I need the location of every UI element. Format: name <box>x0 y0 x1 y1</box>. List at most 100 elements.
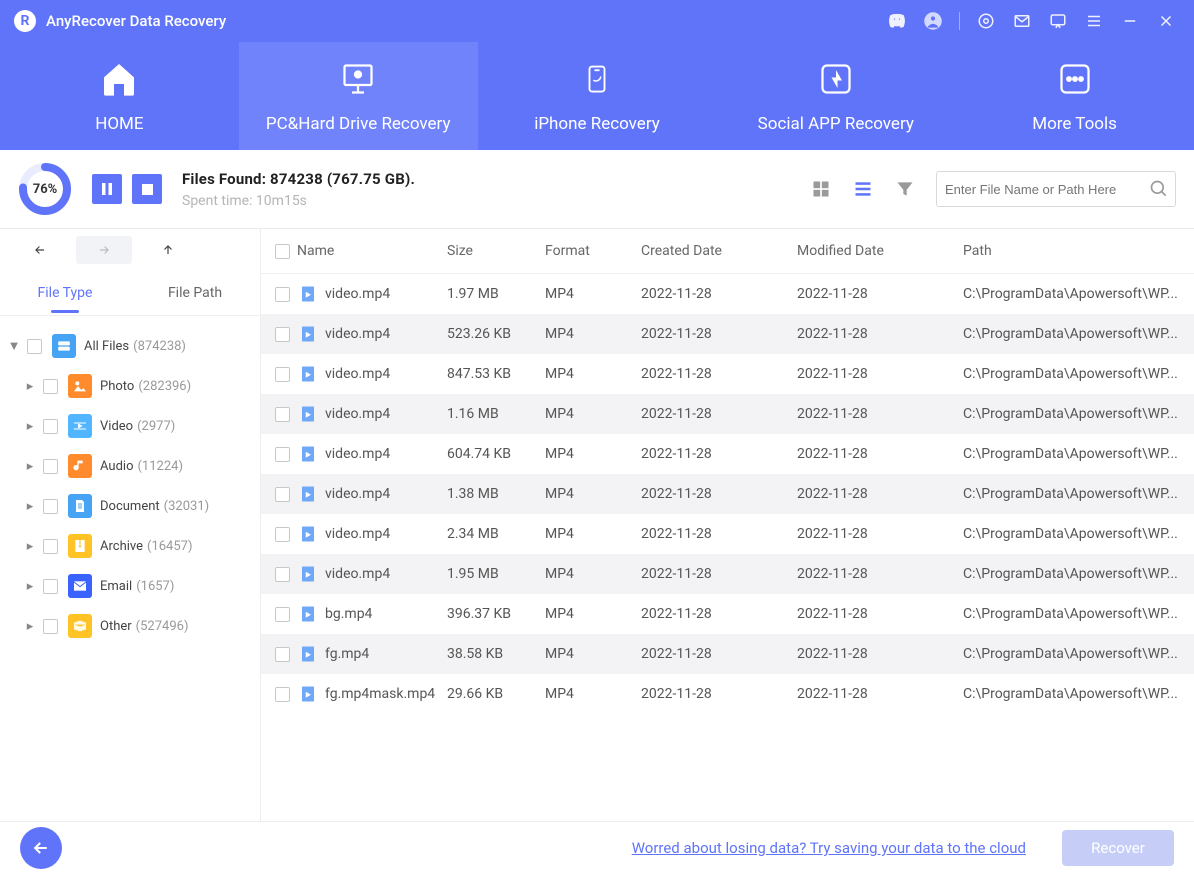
table-row[interactable]: fg.mp438.58 KBMP42022-11-282022-11-28C:\… <box>261 634 1194 674</box>
search-box[interactable] <box>936 171 1176 207</box>
col-size[interactable]: Size <box>447 243 545 259</box>
tab-label: iPhone Recovery <box>534 114 660 134</box>
back-button[interactable] <box>20 827 62 869</box>
tab-more-tools[interactable]: More Tools <box>955 42 1194 150</box>
menu-icon[interactable] <box>1082 9 1106 33</box>
table-row[interactable]: fg.mp4mask.mp429.66 KBMP42022-11-282022-… <box>261 674 1194 714</box>
app-icon <box>818 58 854 100</box>
tree-checkbox[interactable] <box>43 619 58 634</box>
tab-pc-recovery[interactable]: PC&Hard Drive Recovery <box>239 42 478 150</box>
file-name: video.mp4 <box>325 286 390 302</box>
table-row[interactable]: bg.mp4396.37 KBMP42022-11-282022-11-28C:… <box>261 594 1194 634</box>
tree-label: Video <box>100 419 133 434</box>
table-row[interactable]: video.mp41.95 MBMP42022-11-282022-11-28C… <box>261 554 1194 594</box>
tree-checkbox[interactable] <box>43 499 58 514</box>
app-title: AnyRecover Data Recovery <box>46 12 226 30</box>
file-name: video.mp4 <box>325 446 390 462</box>
table-row[interactable]: video.mp4847.53 KBMP42022-11-282022-11-2… <box>261 354 1194 394</box>
user-icon[interactable] <box>921 9 945 33</box>
tree-node[interactable]: ▸Email(1657) <box>4 566 256 606</box>
sync-icon[interactable] <box>974 9 998 33</box>
progress-percent: 76% <box>18 162 72 216</box>
row-checkbox[interactable] <box>275 407 290 422</box>
tree-checkbox[interactable] <box>43 579 58 594</box>
category-icon <box>68 454 92 478</box>
row-checkbox[interactable] <box>275 287 290 302</box>
feedback-icon[interactable] <box>1046 9 1070 33</box>
search-input[interactable] <box>943 181 1149 198</box>
tree-node[interactable]: ▸Archive(16457) <box>4 526 256 566</box>
table-row[interactable]: video.mp41.16 MBMP42022-11-282022-11-28C… <box>261 394 1194 434</box>
row-checkbox[interactable] <box>275 567 290 582</box>
tree-node[interactable]: ▸Video(2977) <box>4 406 256 446</box>
tab-social-recovery[interactable]: Social APP Recovery <box>716 42 955 150</box>
tree-checkbox[interactable] <box>43 419 58 434</box>
tree-label: Email <box>100 579 132 594</box>
file-size: 2.34 MB <box>447 526 545 542</box>
table-row[interactable]: video.mp4604.74 KBMP42022-11-282022-11-2… <box>261 434 1194 474</box>
mail-icon[interactable] <box>1010 9 1034 33</box>
tree-checkbox[interactable] <box>27 339 42 354</box>
footer: Worred about losing data? Try saving you… <box>0 821 1194 874</box>
col-path[interactable]: Path <box>963 243 1194 259</box>
tab-home[interactable]: HOME <box>0 42 239 150</box>
tab-label: More Tools <box>1032 114 1117 134</box>
tree-checkbox[interactable] <box>43 459 58 474</box>
recover-button[interactable]: Recover <box>1062 830 1174 866</box>
col-name[interactable]: Name <box>297 243 447 259</box>
nav-back-button[interactable] <box>12 236 68 264</box>
table-row[interactable]: video.mp41.97 MBMP42022-11-282022-11-28C… <box>261 274 1194 314</box>
row-checkbox[interactable] <box>275 367 290 382</box>
file-modified: 2022-11-28 <box>797 646 963 662</box>
col-format[interactable]: Format <box>545 243 641 259</box>
minimize-icon[interactable] <box>1118 9 1142 33</box>
row-checkbox[interactable] <box>275 647 290 662</box>
tree-node[interactable]: ▸Other(527496) <box>4 606 256 646</box>
row-checkbox[interactable] <box>275 327 290 342</box>
table-row[interactable]: video.mp42.34 MBMP42022-11-282022-11-28C… <box>261 514 1194 554</box>
nav-forward-button[interactable] <box>76 236 132 264</box>
file-size: 604.74 KB <box>447 446 545 462</box>
tree-node[interactable]: ▸Document(32031) <box>4 486 256 526</box>
file-type-tree: ▼All Files(874238)▸Photo(282396)▸Video(2… <box>0 316 260 656</box>
tree-count: (1657) <box>136 579 174 594</box>
cloud-link[interactable]: Worred about losing data? Try saving you… <box>632 839 1026 857</box>
row-checkbox[interactable] <box>275 527 290 542</box>
tree-node-all-files[interactable]: ▼All Files(874238) <box>4 326 256 366</box>
subtab-file-type[interactable]: File Type <box>0 285 130 301</box>
file-path: C:\ProgramData\Apowersoft\WP... <box>963 646 1194 662</box>
file-format: MP4 <box>545 526 641 542</box>
file-icon <box>299 565 317 583</box>
pause-button[interactable] <box>92 174 122 204</box>
stop-button[interactable] <box>132 174 162 204</box>
tree-count: (527496) <box>136 619 189 634</box>
discord-icon[interactable] <box>885 9 909 33</box>
row-checkbox[interactable] <box>275 607 290 622</box>
row-checkbox[interactable] <box>275 447 290 462</box>
close-icon[interactable] <box>1154 9 1178 33</box>
select-all-checkbox[interactable] <box>275 244 290 259</box>
tree-checkbox[interactable] <box>43 379 58 394</box>
tree-node[interactable]: ▸Photo(282396) <box>4 366 256 406</box>
file-created: 2022-11-28 <box>641 446 797 462</box>
tab-iphone-recovery[interactable]: iPhone Recovery <box>478 42 717 150</box>
list-view-icon[interactable] <box>850 176 876 202</box>
separator <box>959 12 960 30</box>
filter-icon[interactable] <box>892 176 918 202</box>
table-row[interactable]: video.mp4523.26 KBMP42022-11-282022-11-2… <box>261 314 1194 354</box>
col-modified[interactable]: Modified Date <box>797 243 963 259</box>
file-created: 2022-11-28 <box>641 486 797 502</box>
nav-up-button[interactable] <box>140 236 196 264</box>
table-row[interactable]: video.mp41.38 MBMP42022-11-282022-11-28C… <box>261 474 1194 514</box>
tree-node[interactable]: ▸Audio(11224) <box>4 446 256 486</box>
row-checkbox[interactable] <box>275 687 290 702</box>
col-created[interactable]: Created Date <box>641 243 797 259</box>
row-checkbox[interactable] <box>275 487 290 502</box>
file-modified: 2022-11-28 <box>797 406 963 422</box>
tree-count: (282396) <box>138 379 191 394</box>
file-path: C:\ProgramData\Apowersoft\WP... <box>963 326 1194 342</box>
file-path: C:\ProgramData\Apowersoft\WP... <box>963 486 1194 502</box>
subtab-file-path[interactable]: File Path <box>130 285 260 301</box>
grid-view-icon[interactable] <box>808 176 834 202</box>
tree-checkbox[interactable] <box>43 539 58 554</box>
